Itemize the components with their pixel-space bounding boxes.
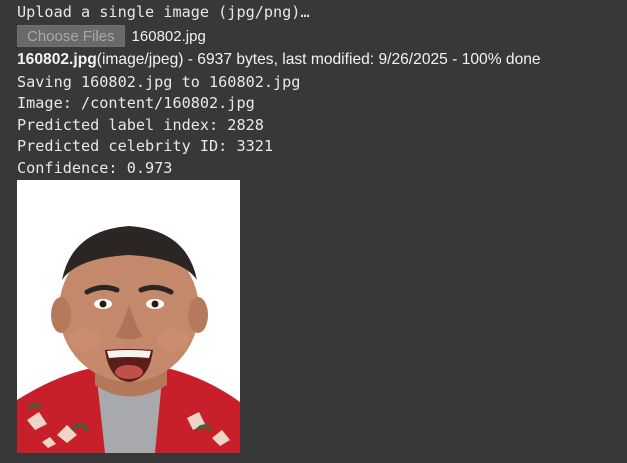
upload-prompt: Upload a single image (jpg/png)… [17, 3, 310, 21]
uploaded-file-details: (image/jpeg) - 6937 bytes, last modified… [96, 51, 541, 68]
selected-file-name: 160802.jpg [131, 27, 206, 45]
log-line-saving: Saving 160802.jpg to 160802.jpg [17, 73, 301, 91]
log-line-label-index: Predicted label index: 2828 [17, 116, 264, 134]
uploaded-file-name: 160802.jpg [17, 51, 97, 68]
log-line-image-path: Image: /content/160802.jpg [17, 94, 255, 112]
file-upload-widget: Choose Files 160802.jpg [17, 25, 206, 47]
log-line-celebrity-id: Predicted celebrity ID: 3321 [17, 137, 274, 155]
face-portrait-illustration [17, 180, 240, 453]
choose-files-button[interactable]: Choose Files [17, 25, 125, 47]
cell-output: Upload a single image (jpg/png)… Choose … [0, 0, 627, 463]
log-line-confidence: Confidence: 0.973 [17, 159, 173, 177]
upload-status: 160802.jpg(image/jpeg) - 6937 bytes, las… [17, 50, 541, 70]
uploaded-face-image [17, 180, 240, 453]
